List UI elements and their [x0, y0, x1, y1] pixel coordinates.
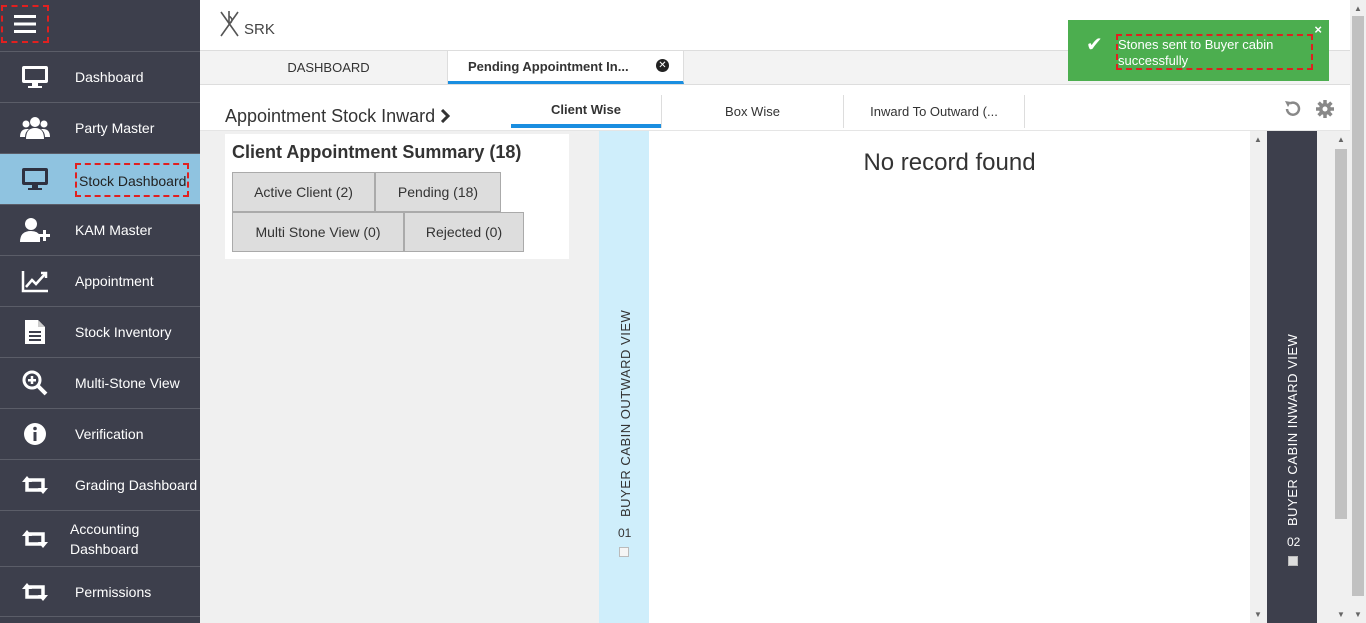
client-summary-panel: Client Appointment Summary (18) Active C… — [225, 134, 569, 259]
page-title: Appointment Stock Inward — [225, 106, 451, 127]
gear-icon[interactable] — [1314, 99, 1336, 121]
scroll-thumb[interactable] — [1352, 16, 1364, 596]
srk-logo-icon — [220, 11, 239, 37]
menu-toggle-button[interactable] — [1, 5, 49, 43]
close-tab-icon[interactable]: ✕ — [656, 59, 669, 72]
tab-inward-to-outward[interactable]: Inward To Outward (... — [843, 95, 1025, 128]
multi-stone-view-button[interactable]: Multi Stone View (0) — [232, 212, 404, 252]
sidebar-item-label: Grading Dashboard — [75, 477, 198, 493]
scroll-thumb[interactable] — [1335, 149, 1347, 519]
scroll-up-icon[interactable]: ▲ — [1354, 4, 1362, 13]
chevron-right-icon — [441, 108, 451, 124]
retweet-icon — [20, 524, 50, 554]
scroll-up-icon[interactable]: ▲ — [1337, 135, 1345, 144]
retweet-icon — [20, 577, 50, 607]
tab-label: Pending Appointment In... — [468, 58, 629, 74]
inward-checkbox[interactable] — [1288, 556, 1298, 566]
sidebar-item-label: Stock Inventory — [75, 324, 172, 340]
side-scrollbar[interactable]: ▲ ▼ — [1333, 131, 1350, 623]
success-toast: ✔ Stones sent to Buyer cabin successfull… — [1068, 20, 1329, 81]
sidebar-item-label: Verification — [75, 426, 144, 442]
zoom-in-icon — [20, 368, 50, 398]
sidebar-item-verification[interactable]: Verification — [0, 408, 200, 459]
sidebar-item-kam-master[interactable]: KAM Master — [0, 204, 200, 255]
sidebar: Dashboard Party Master Stock Dashboard K… — [0, 0, 200, 623]
sidebar-item-dashboard[interactable]: Dashboard — [0, 51, 200, 102]
outward-number: 01 — [618, 526, 632, 540]
scroll-up-icon[interactable]: ▲ — [1254, 135, 1262, 144]
page-scrollbar[interactable]: ▲ ▼ — [1350, 0, 1366, 623]
tab-client-wise[interactable]: Client Wise — [511, 95, 661, 128]
refresh-icon[interactable] — [1282, 99, 1304, 121]
inward-label: BUYER CABIN INWARD VIEW — [1285, 333, 1300, 526]
document-icon — [20, 317, 50, 347]
page-title-text: Appointment Stock Inward — [225, 106, 436, 126]
pending-button[interactable]: Pending (18) — [375, 172, 501, 212]
user-plus-icon — [20, 215, 50, 245]
sidebar-item-accounting-dashboard[interactable]: Accounting Dashboard — [0, 510, 200, 566]
hamburger-area — [0, 0, 200, 51]
sidebar-item-label: Multi-Stone View — [75, 375, 180, 391]
sidebar-item-label: Stock Dashboard — [75, 163, 190, 197]
sidebar-item-grading-dashboard[interactable]: Grading Dashboard — [0, 459, 200, 510]
app-logo[interactable]: SRK — [218, 10, 275, 38]
monitor-icon — [20, 62, 50, 92]
sidebar-item-label: Party Master — [75, 120, 155, 136]
hamburger-icon — [14, 15, 36, 33]
scroll-down-icon[interactable]: ▼ — [1354, 610, 1362, 619]
sidebar-item-label: Permissions — [75, 583, 152, 600]
sidebar-item-label: Accounting Dashboard — [70, 520, 140, 557]
sidebar-item-stock-dashboard[interactable]: Stock Dashboard — [0, 153, 200, 204]
close-icon[interactable]: × — [1314, 22, 1322, 37]
outward-checkbox[interactable] — [619, 547, 629, 557]
sidebar-item-label: Appointment — [75, 273, 154, 289]
retweet-icon — [20, 470, 50, 500]
tab-pending-appointment[interactable]: Pending Appointment In... ✕ — [448, 51, 684, 84]
scroll-down-icon[interactable]: ▼ — [1254, 610, 1262, 619]
records-scrollbar[interactable]: ▲ ▼ — [1250, 131, 1267, 623]
sidebar-item-appointment[interactable]: Appointment — [0, 255, 200, 306]
buyer-cabin-outward-panel[interactable]: BUYER CABIN OUTWARD VIEW 01 — [599, 131, 649, 623]
line-chart-icon — [20, 266, 50, 296]
scroll-down-icon[interactable]: ▼ — [1337, 610, 1345, 619]
tab-box-wise[interactable]: Box Wise — [661, 95, 843, 128]
summary-title: Client Appointment Summary (18) — [232, 142, 522, 162]
sidebar-item-label: Dashboard — [75, 69, 144, 85]
sidebar-item-permissions[interactable]: Permissions — [0, 566, 200, 617]
inward-number: 02 — [1287, 535, 1301, 549]
sidebar-item-multi-stone-view[interactable]: Multi-Stone View — [0, 357, 200, 408]
tab-dashboard[interactable]: DASHBOARD — [210, 51, 448, 84]
logo-text: SRK — [244, 21, 275, 38]
checkmark-icon: ✔ — [1086, 34, 1103, 56]
empty-state-text: No record found — [863, 149, 1036, 176]
sidebar-item-party-master[interactable]: Party Master — [0, 102, 200, 153]
monitor-icon — [20, 164, 50, 194]
buyer-cabin-inward-panel[interactable]: BUYER CABIN INWARD VIEW 02 — [1267, 131, 1317, 623]
info-icon — [20, 419, 50, 449]
sub-header: Appointment Stock Inward Client Wise Box… — [200, 85, 1350, 131]
records-panel: No record found — [649, 131, 1250, 623]
rejected-button[interactable]: Rejected (0) — [404, 212, 524, 252]
toast-message: Stones sent to Buyer cabin successfully — [1116, 34, 1313, 70]
users-icon — [20, 113, 50, 143]
sidebar-item-stock-inventory[interactable]: Stock Inventory — [0, 306, 200, 357]
sidebar-item-label: KAM Master — [75, 222, 153, 238]
active-client-button[interactable]: Active Client (2) — [232, 172, 375, 212]
outward-label: BUYER CABIN OUTWARD VIEW — [618, 309, 633, 517]
